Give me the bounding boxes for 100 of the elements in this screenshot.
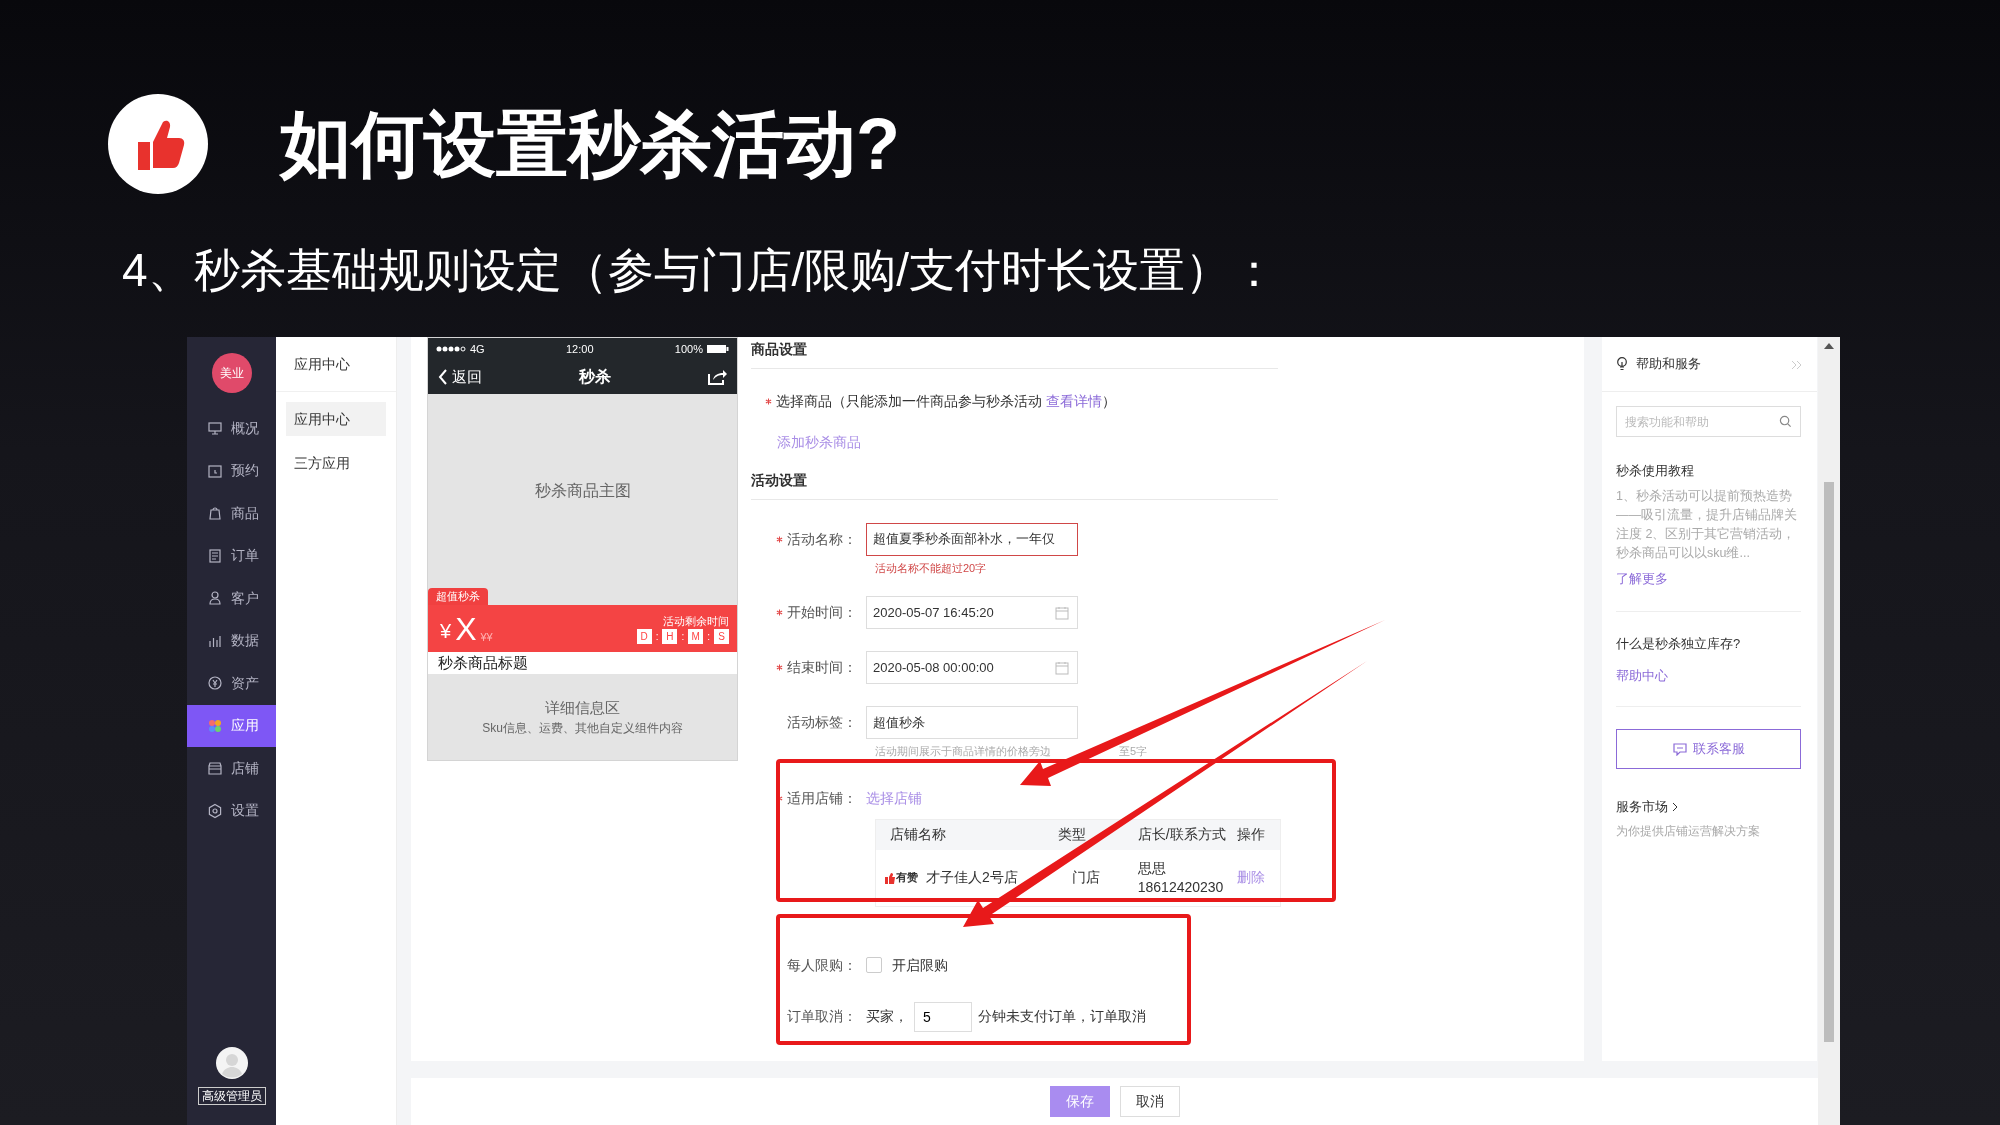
brand-label: 有赞 xyxy=(896,870,918,886)
cancel-button[interactable]: 取消 xyxy=(1119,1086,1180,1117)
contact-button[interactable]: 联系客服 xyxy=(1616,729,1801,769)
calendar-icon xyxy=(1055,606,1069,620)
lightbulb-icon xyxy=(1616,357,1628,371)
column-header: 店铺名称 xyxy=(889,825,947,844)
help-text: 为你提供店铺运营解决方案 xyxy=(1616,822,1761,840)
date-field[interactable]: 2020-05-08 00:00:00 xyxy=(866,651,1078,684)
phone-title: 秒杀 xyxy=(578,367,611,387)
field-label: 活动名称： xyxy=(787,529,857,549)
sidebar-item[interactable]: 数据 xyxy=(187,619,276,662)
countdown-unit: M xyxy=(688,629,704,645)
detail-title: 详细信息区 xyxy=(545,697,620,718)
hint-text: 至5字 xyxy=(1119,744,1148,759)
thumbs-up-icon xyxy=(884,871,896,884)
scroll-up-icon xyxy=(1824,343,1834,349)
error-message: 活动名称不能超过20字 xyxy=(875,560,988,576)
table-cell-text: 18612420230 xyxy=(1137,877,1225,897)
submenu-title: 应用中心 xyxy=(294,354,350,374)
table-cell-text: 思思 xyxy=(1137,858,1167,878)
sidebar-item[interactable]: 预约 xyxy=(187,449,276,492)
monitor-icon xyxy=(207,420,223,437)
submenu-item[interactable]: 应用中心 xyxy=(286,402,386,436)
table-cell-text: 门店 xyxy=(1071,868,1102,887)
network-label: 4G xyxy=(470,341,485,357)
search-icon xyxy=(1779,415,1792,428)
field-label: 活动标签： xyxy=(787,713,857,732)
chevron-right-icon xyxy=(1672,801,1678,812)
promo-tag: 超值秒杀 xyxy=(428,588,488,605)
field-label: 结束时间： xyxy=(787,658,857,677)
column-header: 类型 xyxy=(1058,825,1088,844)
checkbox[interactable] xyxy=(866,957,882,973)
battery-icon xyxy=(707,344,729,354)
field-text: 买家， xyxy=(866,1007,908,1026)
section-title: 活动设置 xyxy=(751,471,807,488)
input-field[interactable]: 超值夏季秒杀面部补水，一年仅 xyxy=(866,522,1078,556)
sidebar-item[interactable]: 商品 xyxy=(187,492,276,535)
product-title: 秒杀商品标题 xyxy=(428,652,737,674)
help-heading: 秒杀使用教程 xyxy=(1616,462,1695,480)
double-chevron-icon xyxy=(1791,359,1803,370)
panel-title: 帮助和服务 xyxy=(1636,355,1702,374)
share-icon xyxy=(707,368,727,386)
sidebar-item[interactable]: 店铺 xyxy=(187,747,276,790)
service-market-link[interactable]: 服务市场 xyxy=(1616,797,1678,817)
currency-symbol: ¥ xyxy=(440,618,452,644)
help-heading: 什么是秒杀独立库存? xyxy=(1616,635,1742,653)
back-button[interactable]: 返回 xyxy=(438,365,482,389)
gear-icon xyxy=(207,802,223,819)
search-field[interactable]: 搜索功能和帮助 xyxy=(1616,406,1801,437)
column-header: 店长/联系方式 xyxy=(1137,825,1227,844)
scrollbar-thumb[interactable] xyxy=(1824,482,1834,1042)
date-field[interactable]: 2020-05-07 16:45:20 xyxy=(866,596,1078,629)
countdown-separator: : xyxy=(681,630,685,645)
battery-level: 100% xyxy=(674,341,703,357)
bag-icon xyxy=(207,505,223,522)
sidebar-item[interactable]: 应用 xyxy=(187,704,276,747)
chat-icon xyxy=(1672,742,1687,756)
app-logo: 美业 xyxy=(211,353,252,393)
grid-icon xyxy=(207,717,223,734)
coin-icon xyxy=(207,675,223,692)
input-field[interactable]: 超值秒杀 xyxy=(866,706,1078,739)
section-title: 商品设置 xyxy=(751,341,807,357)
countdown-label: 活动剩余时间 xyxy=(663,613,729,629)
submenu-item[interactable]: 三方应用 xyxy=(286,446,386,480)
countdown-unit: D xyxy=(636,629,652,645)
user-role: 高级管理员 xyxy=(197,1087,266,1105)
sidebar-item[interactable]: 客户 xyxy=(187,577,276,620)
instruction-text: 选择商品（只能添加一件商品参与秒杀活动 查看详情） xyxy=(776,392,1116,411)
minutes-input[interactable]: 5 xyxy=(914,1001,972,1032)
learn-more-link[interactable]: 了解更多 xyxy=(1616,568,1668,588)
field-label: 开始时间： xyxy=(787,603,857,622)
calendar-icon xyxy=(207,462,223,479)
document-icon xyxy=(207,547,223,564)
detail-text: Sku信息、运费、其他自定义组件内容 xyxy=(482,720,683,738)
sidebar-item[interactable]: 订单 xyxy=(187,534,276,577)
sidebar-item[interactable]: 概况 xyxy=(187,407,276,450)
countdown-separator: : xyxy=(707,630,710,645)
sidebar-item[interactable]: 资产 xyxy=(187,662,276,705)
slide-subtitle: 4、秒杀基础规则设定（参与门店/限购/支付时长设置）： xyxy=(122,244,1278,296)
image-placeholder-label: 秒杀商品主图 xyxy=(534,481,631,501)
signal-icon xyxy=(436,346,466,352)
field-text: 分钟未支付订单，订单取消 xyxy=(978,1007,1146,1026)
field-label: 适用店铺： xyxy=(787,788,857,808)
help-text: 1、秒杀活动可以提前预热造势——吸引流量，提升店铺品牌关注度 2、区别于其它营销活动，秒杀商品可以以sku维... xyxy=(1616,487,1798,562)
field-label: 每人限购： xyxy=(787,955,857,975)
countdown-unit: S xyxy=(714,629,729,645)
field-label: 订单取消： xyxy=(787,1007,857,1026)
store-icon xyxy=(207,760,223,777)
avatar-icon xyxy=(215,1047,248,1079)
calendar-icon xyxy=(1055,661,1069,675)
clock-time: 12:00 xyxy=(566,341,594,357)
chevron-left-icon xyxy=(438,369,448,385)
original-price: ¥¥ xyxy=(480,630,493,645)
details-link[interactable]: 查看详情 xyxy=(1045,393,1102,409)
price-value: X xyxy=(455,611,477,646)
column-header: 操作 xyxy=(1237,825,1267,844)
sidebar-item[interactable]: 设置 xyxy=(187,789,276,832)
countdown-unit: H xyxy=(662,629,678,645)
slide-title: 如何设置秒杀活动? xyxy=(280,103,900,186)
help-center-link[interactable]: 帮助中心 xyxy=(1616,665,1668,685)
